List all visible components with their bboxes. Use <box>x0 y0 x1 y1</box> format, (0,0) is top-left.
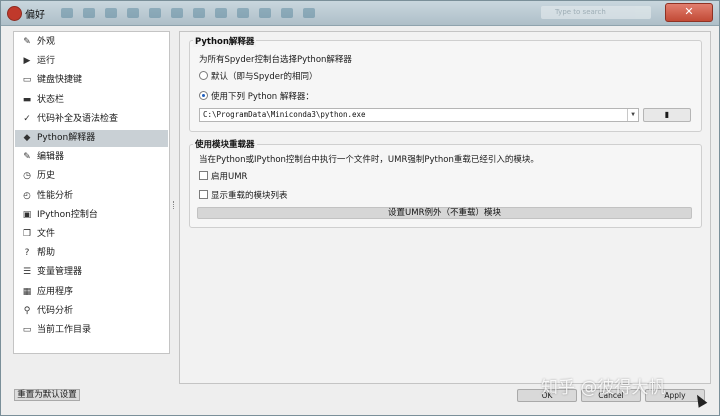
preferences-window: 偏好 Type to search ✕ ✎ 外观 ▶ 运行 ▭ 键盘快捷键 ▬ 状态栏 ✓ 代码补… <box>0 0 720 416</box>
chevron-down-icon[interactable]: ▼ <box>627 109 638 121</box>
folder-icon: ▭ <box>22 325 32 335</box>
toolbar-ghost-icon <box>83 7 95 18</box>
umr-exclude-button[interactable]: 设置UMR例外（不重载）模块 <box>197 207 692 219</box>
sidebar-item[interactable]: ? 帮助 <box>15 245 168 262</box>
help-icon: ? <box>24 248 30 259</box>
background-search: Type to search <box>541 6 651 19</box>
completion-icon: ✓ <box>23 113 31 124</box>
toolbar-ghost-icon <box>259 7 271 18</box>
enable-umr-label: 启用UMR <box>211 172 248 182</box>
sidebar-item[interactable]: ⚲ 代码分析 <box>15 303 168 320</box>
keyboard-icon: ▭ <box>22 75 32 86</box>
interpreter-group-title: Python解释器 <box>193 35 257 47</box>
toolbar-ghost-icon <box>215 7 227 18</box>
sidebar-item-label: 性能分析 <box>37 190 74 201</box>
sidebar-item[interactable]: ▬ 状态栏 <box>15 92 168 109</box>
sidebar-item-label: 代码分析 <box>37 305 74 316</box>
toolbar-ghost-icon <box>127 7 139 18</box>
sidebar-item-label: 编辑器 <box>37 152 65 163</box>
sidebar-item[interactable]: ◴ 性能分析 <box>15 188 168 205</box>
sidebar-item[interactable]: ✓ 代码补全及语法检查 <box>15 111 168 128</box>
toolbar-ghost-icon <box>281 7 293 18</box>
spyder-app-icon <box>7 6 22 21</box>
sidebar-item-label: IPython控制台 <box>37 209 98 220</box>
toolbar-ghost-icon <box>149 7 161 18</box>
sidebar-item[interactable]: ✎ 外观 <box>15 34 168 51</box>
toolbar-ghost-icon <box>105 7 117 18</box>
apps-icon: ▦ <box>22 286 32 297</box>
sidebar-item[interactable]: ✎ 编辑器 <box>15 149 168 166</box>
files-icon: ❐ <box>22 229 32 239</box>
toolbar-ghost-icon <box>193 7 205 18</box>
editor-icon: ✎ <box>23 152 31 163</box>
toolbar-ghost-icon <box>61 7 73 18</box>
splitter-handle[interactable] <box>171 31 177 354</box>
sidebar-item-label: 当前工作目录 <box>37 325 92 335</box>
history-icon: ◷ <box>23 171 31 182</box>
sidebar-item-label: 帮助 <box>37 248 56 259</box>
close-button[interactable]: ✕ <box>665 3 713 22</box>
show-reloaded-modules-label: 显示重载的模块列表 <box>211 191 288 201</box>
sidebar-item-label: 外观 <box>37 37 56 47</box>
preferences-sidebar: ✎ 外观 ▶ 运行 ▭ 键盘快捷键 ▬ 状态栏 ✓ 代码补全及语法检查 ◆ Python解释器 ✎ 编辑器… <box>13 31 170 354</box>
sidebar-item-label: 运行 <box>37 56 56 67</box>
default-interpreter-label: 默认（即与Spyder的相同） <box>211 72 318 82</box>
run-icon: ▶ <box>23 56 31 67</box>
browse-interpreter-button[interactable]: ▮ <box>643 108 691 122</box>
toolbar-ghost-icon <box>303 7 315 18</box>
sidebar-item[interactable]: ▭ 键盘快捷键 <box>15 72 168 89</box>
enable-umr-checkbox[interactable] <box>199 171 208 180</box>
sidebar-item[interactable]: ❐ 文件 <box>15 226 168 243</box>
interpreter-description: 为所有Spyder控制台选择Python解释器 <box>199 55 352 65</box>
sidebar-item-label: 应用程序 <box>37 286 74 297</box>
interpreter-path-value: C:\ProgramData\Miniconda3\python.exe <box>203 110 366 119</box>
custom-interpreter-radio[interactable] <box>199 91 208 100</box>
toolbar-ghost-icon <box>171 7 183 18</box>
splitter-grip-icon <box>173 201 176 209</box>
custom-interpreter-label: 使用下列 Python 解释器： <box>211 92 314 102</box>
title-bar[interactable]: 偏好 Type to search ✕ <box>1 1 719 26</box>
python-icon: ◆ <box>23 133 31 143</box>
sidebar-item[interactable]: ◷ 历史 <box>15 168 168 185</box>
sidebar-item-label: 历史 <box>37 171 56 182</box>
sidebar-item[interactable]: ☰ 变量管理器 <box>15 264 168 281</box>
umr-description: 当在Python或IPython控制台中执行一个文件时，UMR强制Python重… <box>199 155 539 165</box>
ipython-icon: ▣ <box>22 209 32 220</box>
sidebar-item-label: 状态栏 <box>37 94 65 105</box>
sidebar-item[interactable]: ▣ IPython控制台 <box>15 207 168 224</box>
code-analysis-icon: ⚲ <box>23 305 31 316</box>
mouse-cursor-icon <box>692 392 708 408</box>
sidebar-item[interactable]: ▶ 运行 <box>15 53 168 70</box>
sidebar-item-label: 键盘快捷键 <box>37 75 83 86</box>
variable-explorer-icon: ☰ <box>22 267 32 278</box>
sidebar-item-label: 变量管理器 <box>37 267 83 278</box>
wrench-icon: ✎ <box>23 37 31 47</box>
watermark-text: 知乎 @彼得大帆 <box>541 378 666 398</box>
sidebar-item[interactable]: ▭ 当前工作目录 <box>15 322 168 339</box>
background-toolbar <box>61 5 521 20</box>
window-title: 偏好 <box>25 10 45 21</box>
file-icon: ▮ <box>664 110 670 119</box>
toolbar-ghost-icon <box>237 7 249 18</box>
interpreter-path-combo[interactable]: C:\ProgramData\Miniconda3\python.exe ▼ <box>199 108 639 122</box>
umr-group-title: 使用模块重载器 <box>193 138 257 150</box>
sidebar-item-label: 代码补全及语法检查 <box>37 113 119 124</box>
sidebar-item[interactable]: ▦ 应用程序 <box>15 284 168 301</box>
statusbar-icon: ▬ <box>22 94 32 105</box>
sidebar-item[interactable]: ◆ Python解释器 <box>15 130 168 147</box>
settings-panel: Python解释器 为所有Spyder控制台选择Python解释器 默认（即与S… <box>179 31 711 384</box>
sidebar-item-label: Python解释器 <box>37 133 96 143</box>
sidebar-item-label: 文件 <box>37 229 56 239</box>
default-interpreter-radio[interactable] <box>199 71 208 80</box>
show-reloaded-modules-checkbox[interactable] <box>199 190 208 199</box>
profiler-icon: ◴ <box>23 190 31 201</box>
reset-defaults-button[interactable]: 重置为默认设置 <box>14 389 80 401</box>
